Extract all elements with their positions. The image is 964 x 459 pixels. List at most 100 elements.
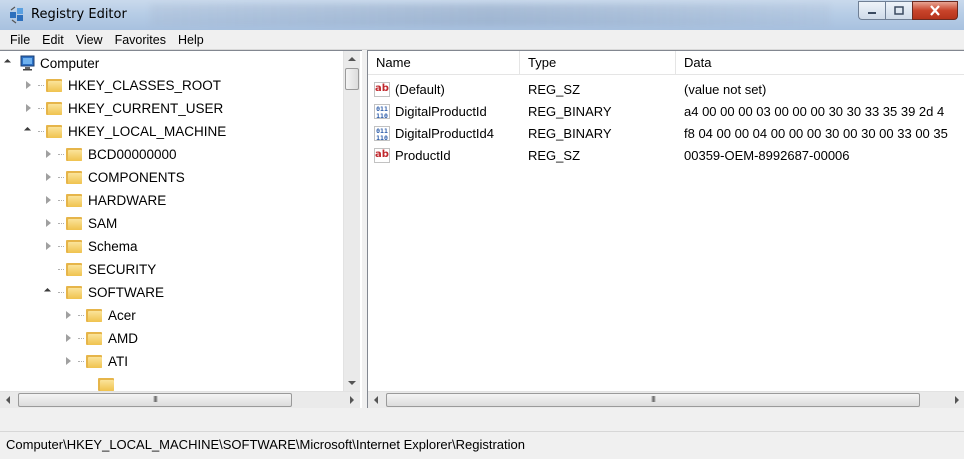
tree-connector (58, 153, 64, 155)
scroll-thumb[interactable]: III (18, 393, 292, 407)
tree-connector (58, 268, 64, 270)
minimize-button[interactable] (858, 1, 885, 20)
tree-item-label: AMD (108, 330, 138, 346)
folder-icon (98, 377, 114, 391)
tree-item-partial (98, 373, 120, 391)
expand-icon[interactable] (44, 149, 54, 159)
tree-item-computer[interactable]: Computer (4, 52, 99, 74)
scroll-down-icon[interactable] (348, 381, 356, 385)
expand-icon[interactable] (24, 103, 34, 113)
column-data[interactable]: Data (676, 51, 964, 75)
expand-icon[interactable] (64, 333, 74, 343)
tree-item-label: SAM (88, 215, 118, 231)
scroll-up-icon[interactable] (348, 57, 356, 61)
expand-icon[interactable] (44, 241, 54, 251)
menu-edit[interactable]: Edit (36, 33, 70, 47)
tree-item-hardware[interactable]: HARDWARE (44, 189, 166, 211)
maximize-button[interactable] (885, 1, 912, 20)
folder-icon (66, 216, 82, 230)
tree-item-security[interactable]: SECURITY (44, 258, 156, 280)
expand-icon[interactable] (64, 310, 74, 320)
folder-icon (46, 78, 62, 92)
folder-icon (46, 124, 62, 138)
value-name: ProductId (395, 148, 451, 163)
tree-connector (58, 291, 64, 293)
tree-item-ati[interactable]: ATI (64, 350, 128, 372)
folder-icon (86, 354, 102, 368)
menu-file[interactable]: File (4, 33, 36, 47)
folder-icon (66, 285, 82, 299)
collapse-icon[interactable] (24, 126, 34, 136)
tree-item-label: SECURITY (88, 261, 157, 277)
registry-editor-window: Registry Editor File Edit View Favorites… (0, 0, 964, 459)
folder-icon (66, 147, 82, 161)
collapse-icon[interactable] (44, 287, 54, 297)
menu-help[interactable]: Help (172, 33, 210, 47)
value-name: (Default) (395, 82, 445, 97)
value-type: REG_BINARY (528, 126, 612, 141)
tree-vertical-scrollbar[interactable] (343, 51, 360, 391)
minimize-icon (868, 11, 876, 14)
tree-horizontal-scrollbar[interactable]: III (0, 391, 360, 408)
value-data: f8 04 00 00 04 00 00 00 30 00 30 00 33 0… (684, 126, 948, 141)
window-title: Registry Editor (31, 7, 127, 22)
scroll-left-icon[interactable] (374, 396, 378, 404)
tree-connector (38, 84, 44, 86)
scroll-right-icon[interactable] (350, 396, 354, 404)
tree-item-components[interactable]: COMPONENTS (44, 166, 185, 188)
expand-icon[interactable] (24, 80, 34, 90)
list-horizontal-scrollbar[interactable]: III (368, 391, 964, 408)
tree-item-label: Computer (40, 55, 100, 71)
scroll-thumb[interactable]: III (386, 393, 920, 407)
tree-item-schema[interactable]: Schema (44, 235, 138, 257)
tree-item-software[interactable]: SOFTWARE (44, 281, 164, 303)
scroll-thumb[interactable] (345, 68, 359, 90)
column-type[interactable]: Type (520, 51, 676, 75)
collapse-icon[interactable] (4, 58, 14, 68)
expand-icon[interactable] (64, 356, 74, 366)
tree-connector (58, 199, 64, 201)
title-bar-blur (150, 4, 830, 26)
folder-icon (86, 308, 102, 322)
tree-item-label: SOFTWARE (88, 284, 164, 300)
folder-icon (86, 331, 102, 345)
list-item[interactable]: ab ProductId REG_SZ 00359-OEM-8992687-00… (368, 145, 964, 167)
list-item[interactable]: 011 110 DigitalProductId REG_BINARY a4 00… (368, 101, 964, 123)
tree-item-sam[interactable]: SAM (44, 212, 117, 234)
menu-favorites[interactable]: Favorites (109, 33, 172, 47)
folder-icon (46, 101, 62, 115)
tree-connector (78, 337, 84, 339)
tree-item-label: HKEY_CLASSES_ROOT (68, 77, 222, 93)
expand-icon[interactable] (44, 218, 54, 228)
tree-item-label: BCD00000000 (88, 146, 177, 162)
scroll-left-icon[interactable] (6, 396, 10, 404)
value-name: DigitalProductId (395, 104, 487, 119)
scroll-right-icon[interactable] (955, 396, 959, 404)
folder-icon (66, 170, 82, 184)
list-item[interactable]: ab (Default) REG_SZ (value not set) (368, 79, 964, 101)
tree-item-hkey-classes-root[interactable]: HKEY_CLASSES_ROOT (24, 74, 221, 96)
value-type: REG_BINARY (528, 104, 612, 119)
tree-item-acer[interactable]: Acer (64, 304, 136, 326)
binary-value-icon: 011 110 (374, 126, 390, 141)
tree-item-label: ATI (108, 353, 128, 369)
tree-item-bcd00000000[interactable]: BCD00000000 (44, 143, 177, 165)
tree-connector (58, 222, 64, 224)
tree-connector (38, 107, 44, 109)
close-icon (930, 5, 940, 16)
title-bar[interactable]: Registry Editor (0, 0, 964, 30)
tree-item-hkey-local-machine[interactable]: HKEY_LOCAL_MACHINE (24, 120, 226, 142)
pane-bottom-gap (0, 408, 964, 431)
expand-icon[interactable] (44, 195, 54, 205)
tree-item-label: HKEY_CURRENT_USER (68, 100, 224, 116)
list-item[interactable]: 011 110 DigitalProductId4 REG_BINARY f8 0… (368, 123, 964, 145)
close-button[interactable] (912, 1, 958, 20)
tree-item-label: Schema (88, 238, 138, 254)
registry-editor-icon (10, 6, 23, 24)
menu-view[interactable]: View (70, 33, 109, 47)
tree-item-amd[interactable]: AMD (64, 327, 138, 349)
tree-item-hkey-current-user[interactable]: HKEY_CURRENT_USER (24, 97, 223, 119)
folder-icon (66, 193, 82, 207)
column-name[interactable]: Name (368, 51, 520, 75)
expand-icon[interactable] (44, 172, 54, 182)
